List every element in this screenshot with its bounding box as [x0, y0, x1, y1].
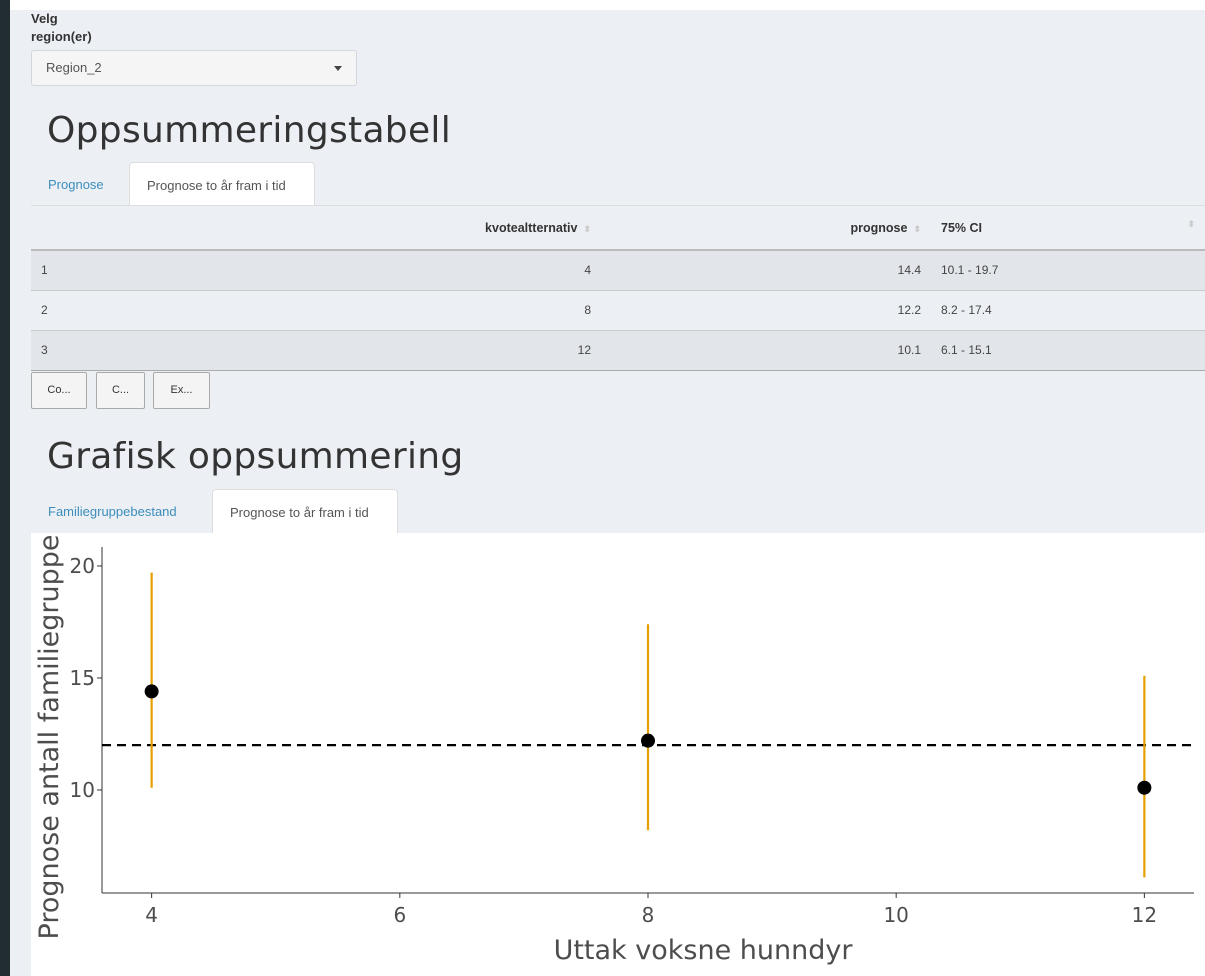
data-point: [144, 684, 159, 699]
caret-down-icon: [334, 66, 342, 71]
cell-index: 3: [31, 329, 331, 371]
y-tick-label: 20: [70, 554, 95, 578]
main-content: Velg region(er) Region_2 Oppsummeringsta…: [10, 10, 1205, 976]
graphic-summary-title: Grafisk oppsummering: [47, 436, 464, 477]
cell-index: 1: [31, 249, 331, 290]
tab-prognose[interactable]: Prognose: [31, 162, 129, 206]
table-row: 2 8 12.2 8.2 - 17.4: [31, 289, 1205, 330]
summary-table: kvotealtternativ ⬍ prognose ⬍ 75% CI ⬍ 1 4 …: [31, 207, 1205, 371]
sort-icon: ⬍: [583, 223, 591, 234]
x-tick-label: 4: [145, 903, 158, 927]
x-axis-title: Uttak voksne hunndyr: [554, 935, 854, 966]
region-select-label: Velg region(er): [31, 11, 92, 44]
cell-ci: 6.1 - 15.1: [931, 329, 1205, 371]
col-kvote-header[interactable]: kvotealtternativ ⬍: [331, 207, 601, 251]
sort-icon: ⬍: [1187, 219, 1195, 229]
x-tick-label: 10: [883, 903, 908, 927]
col-ci-header[interactable]: 75% CI ⬍: [931, 207, 1205, 251]
cell-kvote: 4: [331, 249, 601, 290]
x-tick-label: 8: [642, 903, 655, 927]
data-point: [1137, 780, 1152, 795]
cell-kvote: 12: [331, 329, 601, 371]
copy-button[interactable]: Co...: [31, 372, 87, 409]
y-axis-title: Prognose antall familiegruppe: [34, 535, 65, 940]
cell-prognose: 12.2: [601, 289, 931, 330]
table-row: 1 4 14.4 10.1 - 19.7: [31, 249, 1205, 290]
tab-graphic-prognose-two-years[interactable]: Prognose to år fram i tid: [212, 489, 398, 533]
x-tick-label: 12: [1132, 903, 1157, 927]
summary-table-title: Oppsummeringstabell: [47, 110, 452, 151]
col-prognose-header[interactable]: prognose ⬍: [601, 207, 931, 251]
cell-kvote: 8: [331, 289, 601, 330]
tab-prognose-two-years[interactable]: Prognose to år fram i tid: [129, 162, 315, 206]
cell-index: 2: [31, 289, 331, 330]
y-tick-label: 10: [70, 778, 95, 802]
summary-tabs: Prognose Prognose to år fram i tid: [31, 162, 631, 206]
region-select[interactable]: Region_2: [31, 50, 357, 86]
cell-prognose: 10.1: [601, 329, 931, 371]
sidebar-edge: [0, 0, 10, 976]
x-tick-label: 6: [393, 903, 406, 927]
cell-ci: 10.1 - 19.7: [931, 249, 1205, 290]
tab-divider: [31, 205, 1205, 206]
y-tick-label: 15: [70, 666, 95, 690]
table-row: 3 12 10.1 6.1 - 15.1: [31, 329, 1205, 371]
region-select-value: Region_2: [46, 60, 102, 75]
graphic-tabs: Familiegruppebestand Prognose to år fram…: [31, 489, 631, 533]
prognosis-plot: 4 6 8 10 12 10 15 20 Uttak voksne hunndyr Prognos…: [31, 533, 1205, 976]
csv-button[interactable]: C...: [96, 372, 145, 409]
cell-ci: 8.2 - 17.4: [931, 289, 1205, 330]
excel-button[interactable]: Ex...: [153, 372, 210, 409]
sort-icon: ⬍: [913, 223, 921, 234]
tab-familiegruppebestand[interactable]: Familiegruppebestand: [31, 489, 212, 533]
col-index-header: [31, 207, 331, 251]
cell-prognose: 14.4: [601, 249, 931, 290]
prognosis-chart: 4 6 8 10 12 10 15 20 Uttak voksne hunndyr Prognos…: [34, 535, 1194, 966]
data-point: [641, 733, 655, 748]
